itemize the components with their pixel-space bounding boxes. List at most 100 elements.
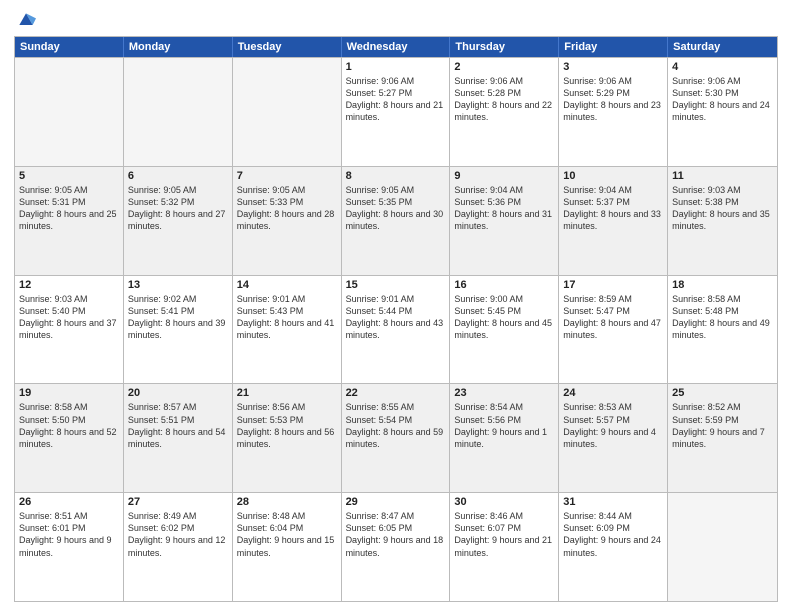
day-number: 31 — [563, 496, 663, 508]
day-number: 1 — [346, 61, 446, 73]
day-number: 15 — [346, 279, 446, 291]
cal-cell-3-7: 18 Sunrise: 8:58 AM Sunset: 5:48 PM Dayli… — [668, 276, 777, 384]
day-number: 11 — [672, 170, 773, 182]
cal-cell-4-7: 25 Sunrise: 8:52 AM Sunset: 5:59 PM Dayli… — [668, 384, 777, 492]
cal-cell-5-4: 29Sunrise: 8:47 AM Sunset: 6:05 PM Dayli… — [342, 493, 451, 601]
day-number: 4 — [672, 61, 773, 73]
cal-cell-2-3: 7 Sunrise: 9:05 AM Sunset: 5:33 PM Daylig… — [233, 167, 342, 275]
cal-cell-4-1: 19 Sunrise: 8:58 AM Sunset: 5:50 PM Dayli… — [15, 384, 124, 492]
cell-info: Sunrise: 8:58 AM Sunset: 5:48 PM Dayligh… — [672, 293, 773, 342]
day-number: 3 — [563, 61, 663, 73]
day-number: 28 — [237, 496, 337, 508]
cal-cell-2-5: 9Sunrise: 9:04 AM Sunset: 5:36 PM Daylig… — [450, 167, 559, 275]
cal-cell-4-5: 23Sunrise: 8:54 AM Sunset: 5:56 PM Dayli… — [450, 384, 559, 492]
cal-cell-2-4: 8 Sunrise: 9:05 AM Sunset: 5:35 PM Daylig… — [342, 167, 451, 275]
cell-info: Sunrise: 9:06 AM Sunset: 5:30 PM Dayligh… — [672, 75, 773, 124]
cell-info: Sunrise: 9:04 AM Sunset: 5:37 PM Dayligh… — [563, 184, 663, 233]
cal-cell-5-2: 27 Sunrise: 8:49 AM Sunset: 6:02 PM Dayli… — [124, 493, 233, 601]
cell-info: Sunrise: 9:01 AM Sunset: 5:43 PM Dayligh… — [237, 293, 337, 342]
calendar: SundayMondayTuesdayWednesdayThursdayFrid… — [14, 36, 778, 602]
cell-info: Sunrise: 8:58 AM Sunset: 5:50 PM Dayligh… — [19, 401, 119, 450]
cal-cell-5-1: 26 Sunrise: 8:51 AM Sunset: 6:01 PM Dayli… — [15, 493, 124, 601]
header — [14, 10, 778, 30]
cell-info: Sunrise: 9:05 AM Sunset: 5:35 PM Dayligh… — [346, 184, 446, 233]
cal-cell-1-3 — [233, 58, 342, 166]
cal-cell-1-4: 1 Sunrise: 9:06 AM Sunset: 5:27 PM Daylig… — [342, 58, 451, 166]
cell-info: Sunrise: 9:02 AM Sunset: 5:41 PM Dayligh… — [128, 293, 228, 342]
day-number: 21 — [237, 387, 337, 399]
cal-cell-4-2: 20Sunrise: 8:57 AM Sunset: 5:51 PM Dayli… — [124, 384, 233, 492]
cell-info: Sunrise: 9:06 AM Sunset: 5:27 PM Dayligh… — [346, 75, 446, 124]
cal-cell-3-1: 12Sunrise: 9:03 AM Sunset: 5:40 PM Dayli… — [15, 276, 124, 384]
cal-cell-3-2: 13 Sunrise: 9:02 AM Sunset: 5:41 PM Dayli… — [124, 276, 233, 384]
header-cell-tuesday: Tuesday — [233, 37, 342, 57]
cell-info: Sunrise: 8:52 AM Sunset: 5:59 PM Dayligh… — [672, 401, 773, 450]
cell-info: Sunrise: 8:56 AM Sunset: 5:53 PM Dayligh… — [237, 401, 337, 450]
day-number: 14 — [237, 279, 337, 291]
day-number: 23 — [454, 387, 554, 399]
calendar-week-4: 19 Sunrise: 8:58 AM Sunset: 5:50 PM Dayli… — [15, 383, 777, 492]
cal-cell-1-1 — [15, 58, 124, 166]
day-number: 18 — [672, 279, 773, 291]
day-number: 30 — [454, 496, 554, 508]
logo — [14, 10, 36, 30]
day-number: 16 — [454, 279, 554, 291]
day-number: 13 — [128, 279, 228, 291]
cal-cell-1-5: 2 Sunrise: 9:06 AM Sunset: 5:28 PM Daylig… — [450, 58, 559, 166]
header-cell-saturday: Saturday — [668, 37, 777, 57]
day-number: 24 — [563, 387, 663, 399]
page: SundayMondayTuesdayWednesdayThursdayFrid… — [0, 0, 792, 612]
cell-info: Sunrise: 8:49 AM Sunset: 6:02 PM Dayligh… — [128, 510, 228, 559]
cell-info: Sunrise: 9:05 AM Sunset: 5:33 PM Dayligh… — [237, 184, 337, 233]
header-cell-monday: Monday — [124, 37, 233, 57]
calendar-week-1: 1 Sunrise: 9:06 AM Sunset: 5:27 PM Daylig… — [15, 57, 777, 166]
cal-cell-2-1: 5 Sunrise: 9:05 AM Sunset: 5:31 PM Daylig… — [15, 167, 124, 275]
cell-info: Sunrise: 9:01 AM Sunset: 5:44 PM Dayligh… — [346, 293, 446, 342]
cal-cell-4-6: 24 Sunrise: 8:53 AM Sunset: 5:57 PM Dayli… — [559, 384, 668, 492]
day-number: 5 — [19, 170, 119, 182]
cell-info: Sunrise: 9:04 AM Sunset: 5:36 PM Dayligh… — [454, 184, 554, 233]
header-cell-friday: Friday — [559, 37, 668, 57]
day-number: 22 — [346, 387, 446, 399]
cell-info: Sunrise: 9:06 AM Sunset: 5:29 PM Dayligh… — [563, 75, 663, 124]
calendar-week-3: 12Sunrise: 9:03 AM Sunset: 5:40 PM Dayli… — [15, 275, 777, 384]
calendar-week-2: 5 Sunrise: 9:05 AM Sunset: 5:31 PM Daylig… — [15, 166, 777, 275]
cell-info: Sunrise: 9:05 AM Sunset: 5:32 PM Dayligh… — [128, 184, 228, 233]
cal-cell-3-5: 16Sunrise: 9:00 AM Sunset: 5:45 PM Dayli… — [450, 276, 559, 384]
day-number: 25 — [672, 387, 773, 399]
day-number: 20 — [128, 387, 228, 399]
day-number: 7 — [237, 170, 337, 182]
cell-info: Sunrise: 9:03 AM Sunset: 5:40 PM Dayligh… — [19, 293, 119, 342]
cell-info: Sunrise: 8:51 AM Sunset: 6:01 PM Dayligh… — [19, 510, 119, 559]
cell-info: Sunrise: 9:06 AM Sunset: 5:28 PM Dayligh… — [454, 75, 554, 124]
cell-info: Sunrise: 8:53 AM Sunset: 5:57 PM Dayligh… — [563, 401, 663, 450]
cal-cell-3-6: 17Sunrise: 8:59 AM Sunset: 5:47 PM Dayli… — [559, 276, 668, 384]
calendar-body: 1 Sunrise: 9:06 AM Sunset: 5:27 PM Daylig… — [15, 57, 777, 601]
cell-info: Sunrise: 8:55 AM Sunset: 5:54 PM Dayligh… — [346, 401, 446, 450]
cell-info: Sunrise: 8:47 AM Sunset: 6:05 PM Dayligh… — [346, 510, 446, 559]
day-number: 17 — [563, 279, 663, 291]
cal-cell-5-6: 31 Sunrise: 8:44 AM Sunset: 6:09 PM Dayli… — [559, 493, 668, 601]
cal-cell-2-2: 6 Sunrise: 9:05 AM Sunset: 5:32 PM Daylig… — [124, 167, 233, 275]
cell-info: Sunrise: 8:44 AM Sunset: 6:09 PM Dayligh… — [563, 510, 663, 559]
cal-cell-5-5: 30 Sunrise: 8:46 AM Sunset: 6:07 PM Dayli… — [450, 493, 559, 601]
cell-info: Sunrise: 8:46 AM Sunset: 6:07 PM Dayligh… — [454, 510, 554, 559]
cal-cell-3-3: 14 Sunrise: 9:01 AM Sunset: 5:43 PM Dayli… — [233, 276, 342, 384]
day-number: 10 — [563, 170, 663, 182]
cal-cell-1-7: 4 Sunrise: 9:06 AM Sunset: 5:30 PM Daylig… — [668, 58, 777, 166]
cell-info: Sunrise: 9:03 AM Sunset: 5:38 PM Dayligh… — [672, 184, 773, 233]
logo-icon — [16, 10, 36, 30]
day-number: 8 — [346, 170, 446, 182]
day-number: 19 — [19, 387, 119, 399]
day-number: 2 — [454, 61, 554, 73]
cal-cell-1-2 — [124, 58, 233, 166]
cal-cell-5-3: 28Sunrise: 8:48 AM Sunset: 6:04 PM Dayli… — [233, 493, 342, 601]
calendar-week-5: 26 Sunrise: 8:51 AM Sunset: 6:01 PM Dayli… — [15, 492, 777, 601]
cal-cell-5-7 — [668, 493, 777, 601]
day-number: 6 — [128, 170, 228, 182]
calendar-header: SundayMondayTuesdayWednesdayThursdayFrid… — [15, 37, 777, 57]
cal-cell-4-3: 21 Sunrise: 8:56 AM Sunset: 5:53 PM Dayli… — [233, 384, 342, 492]
cell-info: Sunrise: 9:05 AM Sunset: 5:31 PM Dayligh… — [19, 184, 119, 233]
day-number: 27 — [128, 496, 228, 508]
day-number: 26 — [19, 496, 119, 508]
